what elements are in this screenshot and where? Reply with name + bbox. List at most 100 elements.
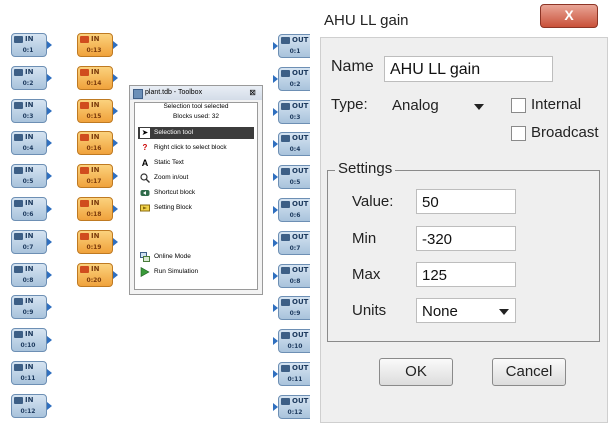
connector-arrow-icon — [113, 172, 118, 181]
input-icon — [80, 200, 89, 207]
units-select[interactable]: None — [416, 298, 516, 323]
output-block[interactable]: OUT 0:9 — [273, 296, 314, 321]
min-label: Min — [352, 230, 377, 247]
input-block[interactable]: IN 0:11 — [11, 361, 52, 385]
input-block[interactable]: IN 0:15 — [77, 98, 118, 123]
input-block[interactable]: IN 0:19 — [77, 229, 118, 254]
output-block[interactable]: OUT 0:2 — [273, 66, 314, 91]
tool-label: Right click to select block — [154, 144, 227, 151]
toolbox-title: plant.tdb - Toolbox — [145, 89, 203, 96]
input-block[interactable]: IN 0:16 — [77, 131, 118, 156]
output-block[interactable]: OUT 0:5 — [273, 165, 314, 190]
input-block[interactable]: IN 0:2 — [11, 65, 52, 90]
block-type-label: OUT — [292, 167, 309, 176]
tool-run-simulation[interactable]: Run Simulation — [138, 266, 254, 278]
broadcast-checkbox[interactable] — [511, 126, 526, 141]
block-id-label: 0:12 — [287, 408, 303, 416]
block-id-label: 0:11 — [20, 375, 36, 382]
ok-button[interactable]: OK — [379, 358, 453, 386]
close-button[interactable]: X — [540, 4, 598, 28]
input-block[interactable]: IN 0:10 — [11, 328, 52, 353]
block-id-label: 0:12 — [20, 407, 36, 415]
input-block[interactable]: IN 0:7 — [11, 229, 52, 254]
block-type-label: OUT — [292, 101, 309, 110]
output-block[interactable]: OUT 0:12 — [273, 394, 314, 419]
input-block[interactable]: IN 0:20 — [77, 262, 118, 287]
input-block[interactable]: IN 0:3 — [11, 98, 52, 123]
connector-arrow-icon — [273, 42, 278, 50]
internal-label: Internal — [531, 96, 582, 113]
block-id-label: 0:9 — [289, 310, 301, 318]
block-id-label: 0:10 — [287, 343, 303, 351]
block-id-label: 0:5 — [289, 179, 301, 187]
name-field[interactable]: AHU LL gain — [384, 56, 553, 82]
input-block[interactable]: IN 0:6 — [11, 197, 52, 221]
block-id-label: 0:11 — [287, 376, 303, 383]
connector-arrow-icon — [47, 237, 52, 246]
connector-arrow-icon — [113, 139, 118, 148]
block-id-label: 0:1 — [22, 47, 34, 54]
block-type-label: OUT — [292, 36, 309, 44]
block-id-label: 0:16 — [86, 145, 102, 153]
block-type-label: IN — [91, 166, 100, 175]
input-icon — [14, 298, 23, 306]
max-field[interactable]: 125 — [416, 262, 516, 287]
output-block[interactable]: OUT 0:3 — [273, 99, 314, 124]
output-icon — [281, 266, 290, 274]
block-type-label: IN — [91, 264, 100, 273]
input-block[interactable]: IN 0:9 — [11, 295, 52, 320]
app-icon — [133, 89, 143, 99]
value-field[interactable]: 50 — [416, 189, 516, 214]
output-block[interactable]: OUT 0:10 — [273, 329, 314, 354]
output-block[interactable]: OUT 0:7 — [273, 230, 314, 255]
tool-shortcut-block[interactable]: Shortcut block — [138, 187, 254, 199]
input-block[interactable]: IN 0:8 — [11, 262, 52, 287]
toolbox-titlebar[interactable]: plant.tdb - Toolbox ⊠ — [130, 86, 262, 100]
block-type-label: IN — [91, 100, 100, 109]
input-block[interactable]: IN 0:12 — [11, 393, 52, 418]
cancel-button[interactable]: Cancel — [492, 358, 566, 386]
input-block[interactable]: IN 0:17 — [77, 164, 118, 189]
block-id-label: 0:14 — [86, 79, 102, 87]
block-type-label: IN — [25, 133, 34, 142]
connector-arrow-icon — [113, 41, 118, 49]
block-id-label: 0:7 — [289, 244, 301, 252]
chevron-down-icon — [499, 309, 509, 315]
connector-arrow-icon — [273, 271, 278, 280]
input-block[interactable]: IN 0:18 — [77, 197, 118, 221]
online-icon — [140, 252, 150, 262]
tool-zoom[interactable]: Zoom in/out — [138, 172, 254, 184]
output-icon — [281, 332, 290, 340]
internal-checkbox[interactable] — [511, 98, 526, 113]
tool-right-click[interactable]: ? Right click to select block — [138, 142, 254, 154]
block-id-label: 0:15 — [86, 112, 102, 120]
tool-setting-block[interactable]: Setting Block — [138, 202, 254, 214]
block-id-label: 0:20 — [86, 276, 102, 284]
toolbox-window: plant.tdb - Toolbox ⊠ Selection tool sel… — [129, 85, 263, 295]
input-block[interactable]: IN 0:13 — [77, 33, 118, 57]
tool-selection[interactable]: ➤ Selection tool — [138, 127, 254, 139]
input-block[interactable]: IN 0:4 — [11, 131, 52, 156]
block-type-label: IN — [25, 35, 34, 43]
chevron-down-icon — [474, 104, 484, 110]
input-block[interactable]: IN 0:14 — [77, 65, 118, 90]
min-field[interactable]: -320 — [416, 226, 516, 251]
connector-arrow-icon — [47, 106, 52, 115]
tool-online-mode[interactable]: Online Mode — [138, 251, 254, 263]
input-block[interactable]: IN 0:5 — [11, 164, 52, 189]
input-block[interactable]: IN 0:1 — [11, 33, 52, 57]
output-block[interactable]: OUT 0:4 — [273, 132, 314, 157]
dialog-title: AHU LL gain — [324, 12, 409, 29]
connector-arrow-icon — [113, 205, 118, 213]
output-block[interactable]: OUT 0:1 — [273, 34, 314, 58]
block-id-label: 0:5 — [22, 178, 34, 186]
output-icon — [281, 201, 290, 208]
block-type-label: IN — [91, 67, 100, 76]
type-select[interactable]: Analog — [392, 95, 502, 117]
block-id-label: 0:18 — [86, 211, 102, 218]
close-icon[interactable]: ⊠ — [249, 86, 256, 100]
tool-static-text[interactable]: A Static Text — [138, 157, 254, 169]
output-block[interactable]: OUT 0:11 — [273, 362, 314, 386]
output-block[interactable]: OUT 0:8 — [273, 263, 314, 288]
output-block[interactable]: OUT 0:6 — [273, 198, 314, 222]
